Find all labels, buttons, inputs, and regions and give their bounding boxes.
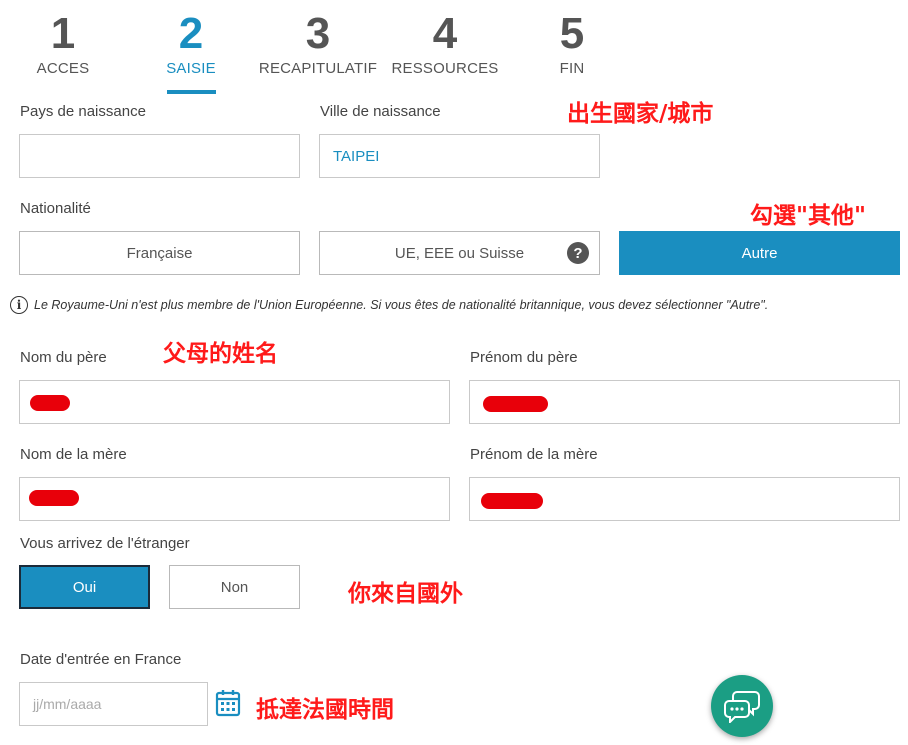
step-label: FIN bbox=[559, 60, 585, 77]
annotation-birth: 出生國家/城市 bbox=[567, 101, 714, 127]
step-label: SAISIE bbox=[166, 60, 216, 77]
birth-country-input[interactable] bbox=[19, 134, 300, 178]
step-saisie[interactable]: 2 SAISIE bbox=[131, 9, 251, 78]
entry-date-label: Date d'entrée en France bbox=[20, 651, 182, 668]
father-last-name-input[interactable] bbox=[19, 380, 450, 424]
mother-first-name-label: Prénom de la mère bbox=[470, 446, 598, 463]
annotation-nationality: 勾選"其他" bbox=[750, 203, 866, 229]
mother-last-name-label: Nom de la mère bbox=[20, 446, 127, 463]
redaction-mark bbox=[481, 493, 543, 509]
info-note: i Le Royaume-Uni n'est plus membre de l'… bbox=[10, 296, 768, 314]
nationality-ue-button[interactable]: UE, EEE ou Suisse ? bbox=[319, 231, 600, 275]
calendar-icon[interactable] bbox=[215, 688, 241, 718]
father-first-name-label: Prénom du père bbox=[470, 349, 578, 366]
nationality-francaise-button[interactable]: Française bbox=[19, 231, 300, 275]
step-fin[interactable]: 5 FIN bbox=[512, 9, 632, 78]
nationality-label: Nationalité bbox=[20, 200, 91, 217]
entry-date-input[interactable]: jj/mm/aaaa bbox=[19, 682, 208, 726]
birth-country-label: Pays de naissance bbox=[20, 103, 146, 120]
step-label: ACCES bbox=[36, 60, 90, 77]
chat-bubbles-icon bbox=[724, 691, 760, 723]
birth-city-label: Ville de naissance bbox=[320, 103, 441, 120]
redaction-mark bbox=[29, 490, 79, 506]
info-icon: i bbox=[10, 296, 28, 314]
annotation-parents: 父母的姓名 bbox=[163, 341, 278, 367]
nationality-ue-label: UE, EEE ou Suisse bbox=[394, 244, 525, 262]
arrival-no-button[interactable]: Non bbox=[169, 565, 300, 609]
step-number: 5 bbox=[559, 9, 585, 58]
active-step-indicator bbox=[167, 90, 216, 94]
step-number: 4 bbox=[432, 9, 458, 58]
redaction-mark bbox=[30, 395, 70, 411]
step-acces[interactable]: 1 ACCES bbox=[3, 9, 123, 78]
nationality-autre-button[interactable]: Autre bbox=[619, 231, 900, 275]
step-ressources[interactable]: 4 RESSOURCES bbox=[385, 9, 505, 78]
step-number: 1 bbox=[50, 9, 76, 58]
question-circle-icon[interactable]: ? bbox=[567, 242, 589, 264]
father-first-name-input[interactable] bbox=[469, 380, 900, 424]
step-recapitulatif[interactable]: 3 RECAPITULATIF bbox=[258, 9, 378, 78]
birth-city-input[interactable]: TAIPEI bbox=[319, 134, 600, 178]
redaction-mark bbox=[483, 396, 548, 412]
annotation-arrival: 你來自國外 bbox=[348, 581, 463, 607]
info-note-text: Le Royaume-Uni n'est plus membre de l'Un… bbox=[34, 298, 769, 312]
father-last-name-label: Nom du père bbox=[20, 349, 107, 366]
arrival-label: Vous arrivez de l'étranger bbox=[20, 535, 190, 552]
step-number: 2 bbox=[178, 9, 204, 58]
chat-button[interactable] bbox=[711, 675, 773, 737]
annotation-entry-date: 抵達法國時間 bbox=[256, 697, 394, 723]
mother-last-name-input[interactable] bbox=[19, 477, 450, 521]
step-label: RESSOURCES bbox=[391, 60, 499, 77]
step-label: RECAPITULATIF bbox=[258, 60, 378, 77]
mother-first-name-input[interactable] bbox=[469, 477, 900, 521]
arrival-yes-button[interactable]: Oui bbox=[19, 565, 150, 609]
step-number: 3 bbox=[305, 9, 331, 58]
